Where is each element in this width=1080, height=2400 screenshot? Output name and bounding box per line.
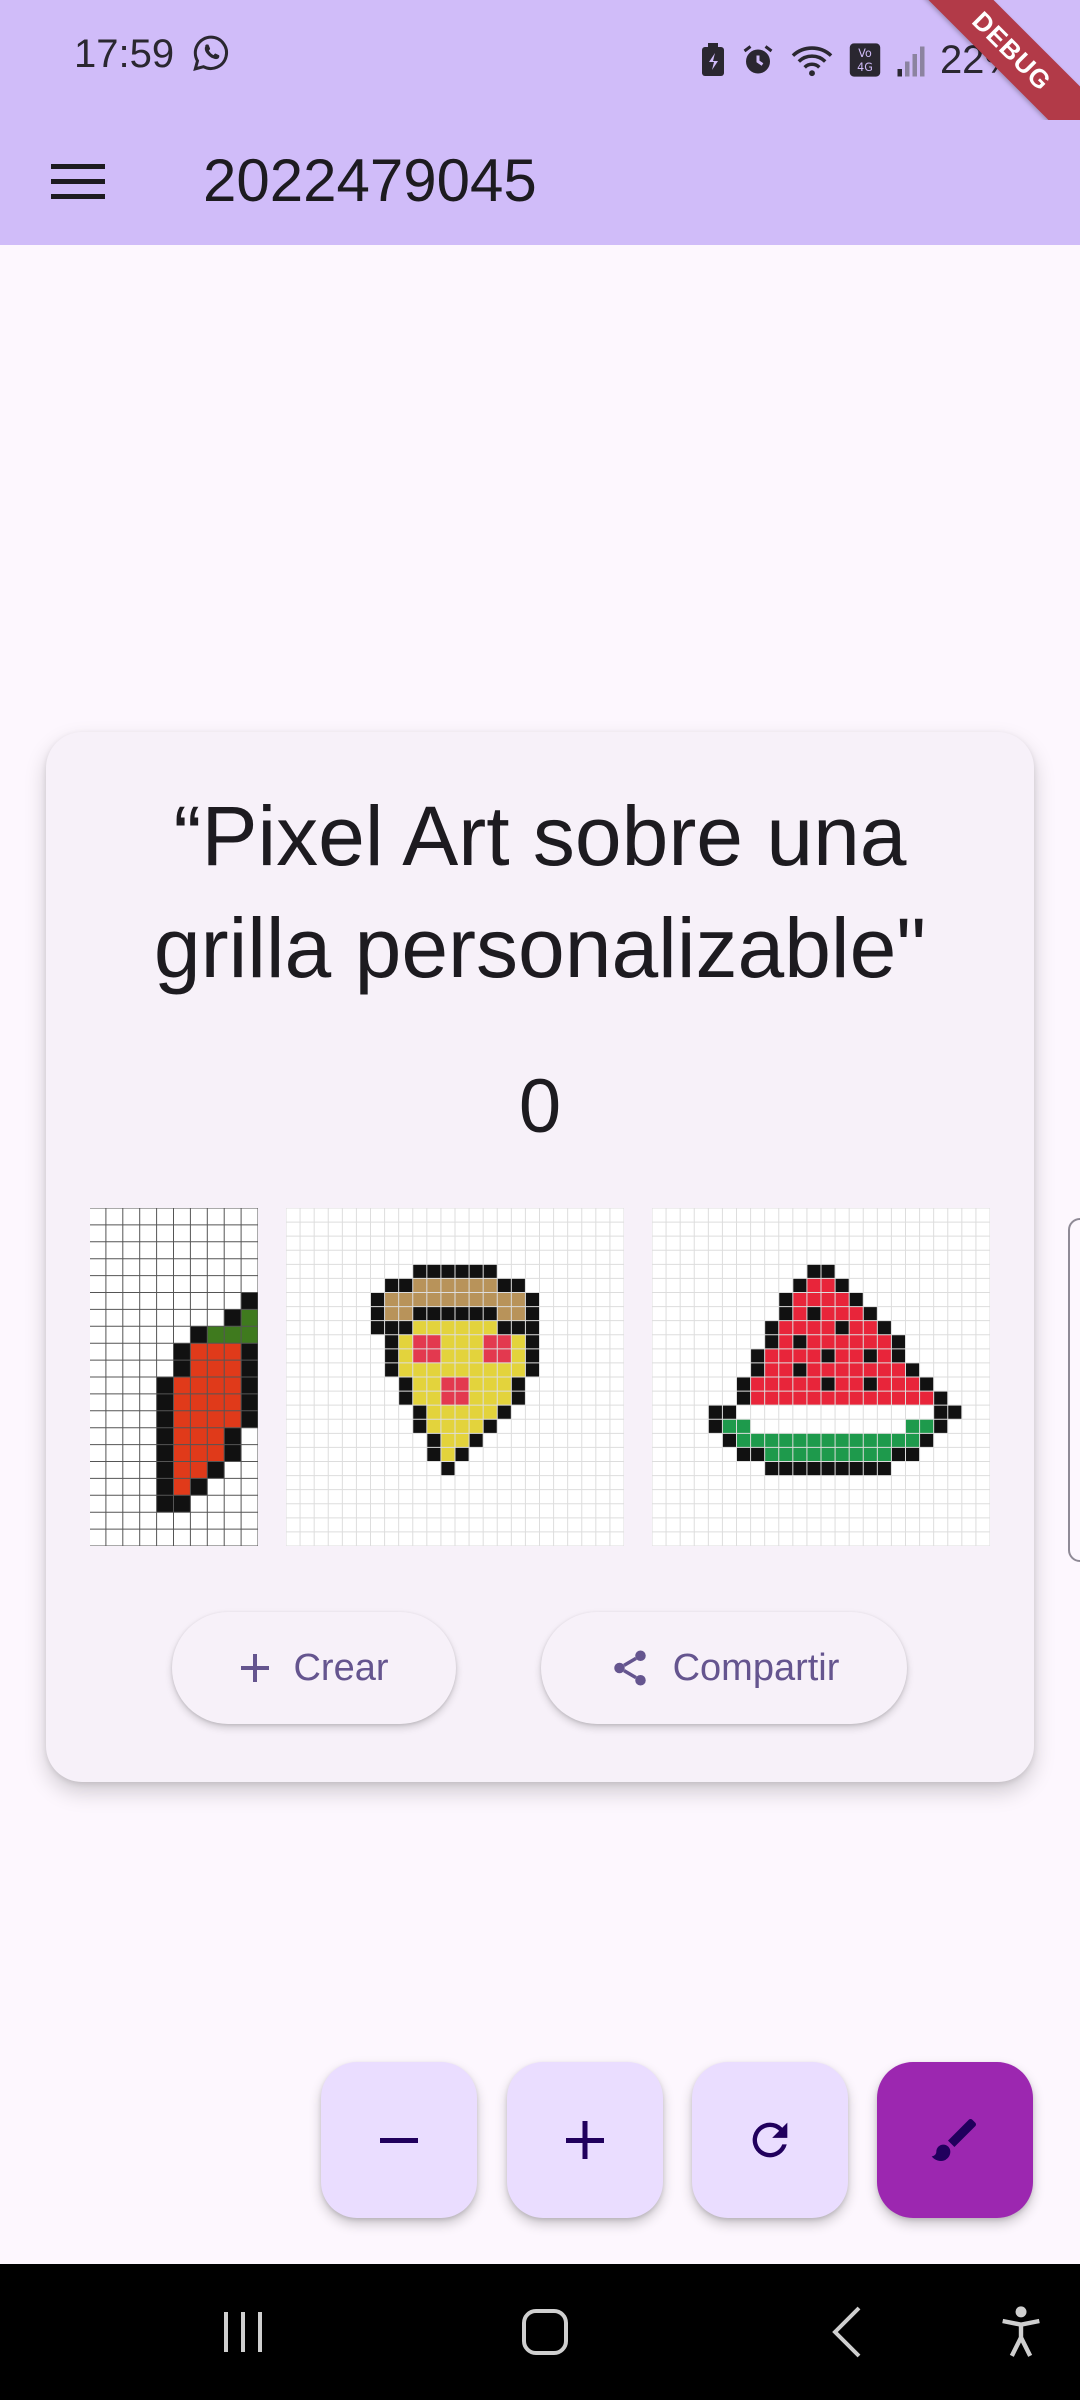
counter-value: 0 [518,1064,562,1149]
status-time: 17:59 [74,32,231,77]
card-title-line-1: “Pixel Art sobre una [173,789,907,883]
increase-button[interactable] [507,2062,663,2218]
brush-icon [931,2118,977,2161]
svg-text:Vo: Vo [858,47,872,60]
battery-saver-icon [701,43,724,76]
share-button-label: Compartir [672,1646,840,1689]
back-icon [832,2306,861,2358]
chili-pepper-art [90,1208,258,1546]
add-icon [566,2121,604,2159]
art-tile-watermelon[interactable] [652,1208,990,1546]
signal-icon [897,46,925,77]
recent-apps-button[interactable] [198,2292,288,2372]
card-title-line-2: grilla personalizable" [153,901,927,995]
volte-4g-icon: Vo4G [849,43,881,77]
create-button-label: Crear [293,1646,389,1689]
share-icon [613,1650,646,1686]
home-icon [522,2309,568,2355]
card-actions: Crear Compartir [46,1612,1034,1728]
back-button[interactable] [802,2292,892,2372]
reset-button[interactable] [692,2062,848,2218]
menu-button[interactable] [36,140,120,224]
scroll-indicator[interactable] [1068,1218,1080,1562]
art-tile-pizza[interactable] [286,1208,624,1546]
pixel-art-card: “Pixel Art sobre una grilla personalizab… [46,732,1034,1782]
home-button[interactable] [500,2292,590,2372]
accessibility-icon [1002,2306,1040,2357]
plus-icon [241,1654,270,1682]
wifi-icon [791,46,833,77]
share-button[interactable]: Compartir [541,1612,907,1724]
whatsapp-icon [193,35,229,71]
refresh-icon [752,2122,788,2158]
remove-icon [380,2138,418,2143]
pizza-slice-art [286,1208,624,1546]
paint-button[interactable] [877,2062,1033,2218]
decrease-button[interactable] [321,2062,477,2218]
accessibility-button[interactable] [976,2292,1066,2372]
svg-text:4G: 4G [857,61,873,74]
system-nav-bar [0,2264,1080,2400]
app-bar: 2022479045 [0,120,1080,245]
recent-apps-icon [224,2312,262,2352]
menu-icon [51,164,105,199]
card-title: “Pixel Art sobre una grilla personalizab… [46,780,1034,1004]
create-button[interactable]: Crear [172,1612,456,1724]
art-tile-chili[interactable] [90,1208,258,1546]
app-title: 2022479045 [203,147,537,214]
alarm-icon [743,45,773,74]
status-bar: 17:59 Vo 4G 22% DEBUG [0,0,1080,160]
watermelon-slice-art [652,1208,990,1546]
art-gallery[interactable] [90,1208,1036,1548]
